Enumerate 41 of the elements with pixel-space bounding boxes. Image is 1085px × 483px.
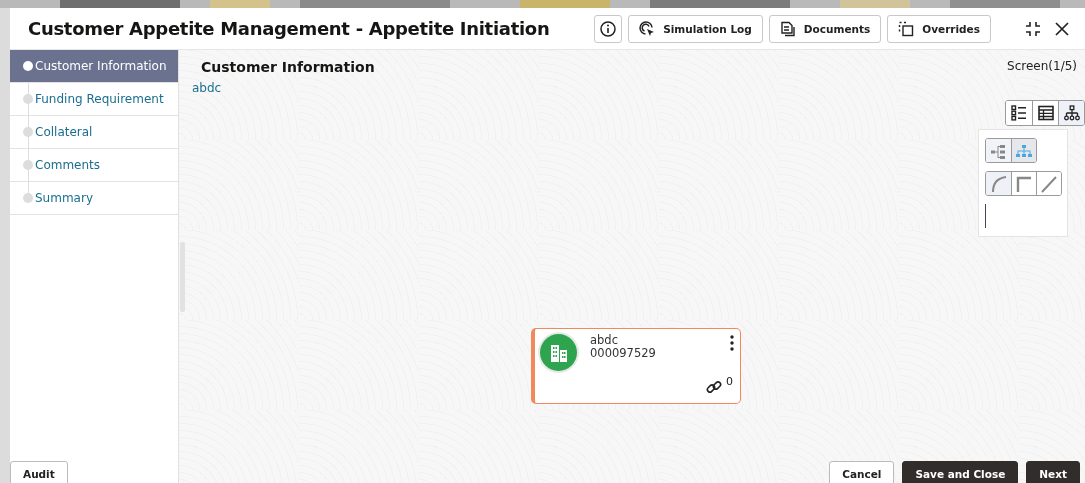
diagonal-line-icon [1040, 175, 1058, 194]
nav-item[interactable]: Funding Requirement [10, 83, 178, 116]
horizontal-layout-button[interactable] [986, 139, 1011, 163]
nav-item[interactable]: Customer Information [10, 50, 178, 83]
cursor-target-icon [639, 20, 656, 37]
info-icon [600, 20, 617, 37]
more-options-icon[interactable] [730, 335, 734, 351]
straight-link-button[interactable] [1036, 172, 1061, 195]
footer-button[interactable]: Audit [10, 461, 68, 483]
documents-icon [779, 20, 796, 37]
footer-button[interactable]: Next [1026, 461, 1080, 483]
nav-item[interactable]: Comments [10, 149, 178, 182]
nav-item[interactable]: Summary [10, 182, 178, 215]
section-title: Customer Information [201, 59, 375, 75]
documents-button[interactable]: Documents [768, 14, 882, 43]
curved-link-button[interactable] [986, 172, 1011, 195]
node-id: 000097529 [590, 347, 656, 360]
table-icon [1037, 105, 1054, 121]
close-icon[interactable] [1055, 21, 1069, 36]
link-count: 0 [726, 375, 733, 388]
window-title: Customer Appetite Management - Appetite Initiation [28, 18, 551, 39]
simulation-log-button[interactable]: Simulation Log [628, 14, 763, 43]
hierarchy-icon [1063, 105, 1080, 121]
curved-line-icon [989, 175, 1008, 194]
customer-name: abdc [192, 81, 222, 95]
footer-button[interactable]: Cancel [829, 461, 895, 483]
link-icon[interactable] [706, 379, 722, 395]
overrides-button[interactable]: Overrides [887, 14, 991, 43]
list-icon [1011, 105, 1027, 121]
overrides-icon [898, 20, 915, 37]
customer-node-card[interactable]: abdc 000097529 0 [531, 328, 741, 404]
nav-item[interactable]: Collateral [10, 116, 178, 149]
tree-view-button[interactable] [1058, 101, 1084, 125]
building-icon [540, 334, 577, 371]
node-name: abdc [590, 334, 619, 347]
footer-button[interactable]: Save and Close [902, 461, 1019, 483]
elbow-line-icon [1015, 175, 1033, 194]
info-button[interactable] [594, 14, 623, 43]
collapse-icon[interactable] [1025, 20, 1041, 37]
screen-counter: Screen(1/5) [1007, 59, 1077, 75]
horizontal-tree-icon [989, 142, 1008, 161]
